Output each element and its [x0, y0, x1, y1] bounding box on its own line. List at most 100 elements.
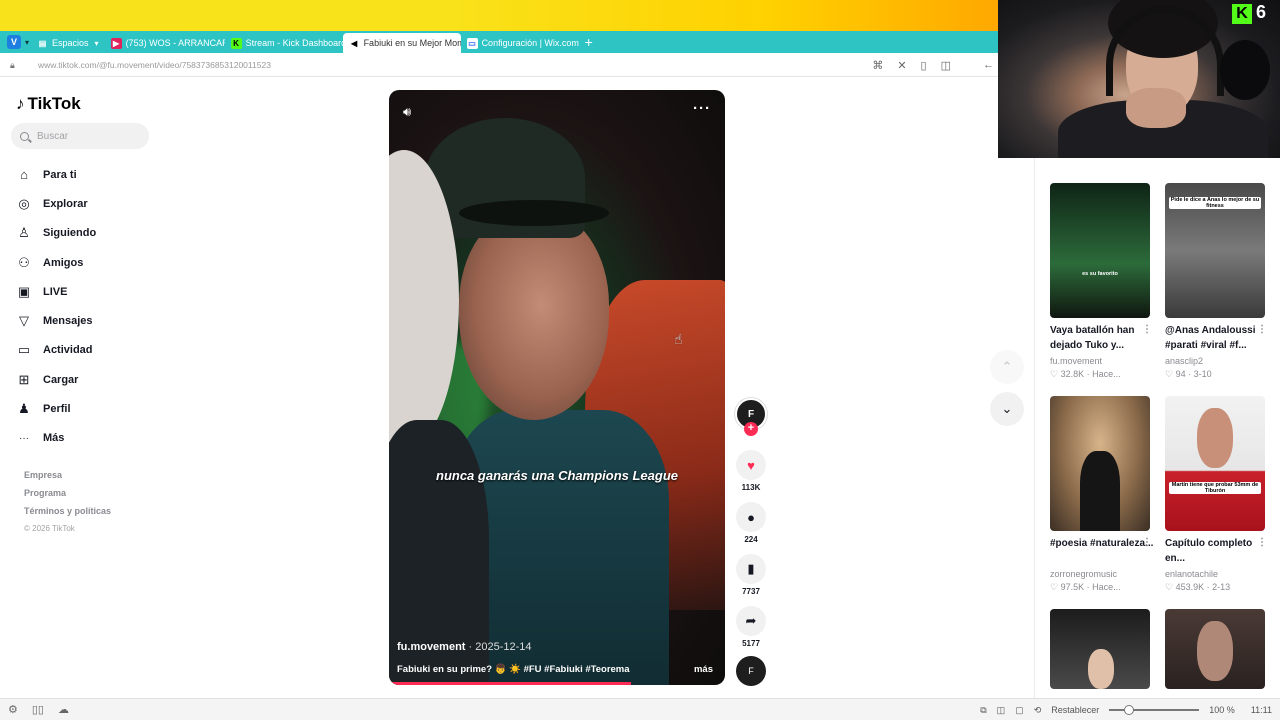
- home-icon: ⌂: [20, 167, 28, 183]
- sidebar-item-para-ti[interactable]: ⌂ Para ti: [16, 160, 96, 189]
- video-author[interactable]: fu.movement · 2025-12-14: [397, 641, 532, 653]
- back-icon[interactable]: ←: [983, 59, 994, 71]
- more-options-icon[interactable]: ⋮: [1142, 537, 1152, 548]
- tab-wix[interactable]: ▭ Configuración | Wix.com: [461, 33, 579, 53]
- sidebar-item-perfil[interactable]: ♟ Perfil: [16, 394, 96, 423]
- next-video-button[interactable]: ⌄: [990, 392, 1024, 426]
- author-name[interactable]: fu.movement: [397, 641, 465, 653]
- music-disc-icon[interactable]: F: [736, 656, 766, 686]
- settings-icon[interactable]: ⚙: [8, 703, 18, 716]
- zoom-level: 100 %: [1209, 705, 1235, 715]
- activity-icon: ▭: [17, 342, 31, 358]
- sidebar-item-label: Mensajes: [43, 315, 93, 328]
- tiling-icon[interactable]: ◫: [997, 705, 1006, 716]
- video-author[interactable]: zorronegromusic: [1050, 569, 1117, 579]
- sidebar-item-explorar[interactable]: ◎ Explorar: [16, 189, 96, 218]
- tiktok-logo[interactable]: ♪ TikTok: [16, 94, 81, 114]
- images-icon[interactable]: ▢: [1015, 705, 1024, 716]
- footer-link-empresa[interactable]: Empresa: [24, 470, 111, 488]
- footer-link-programa[interactable]: Programa: [24, 488, 111, 506]
- previous-video-button[interactable]: ⌃: [990, 350, 1024, 384]
- lock-icon[interactable]: 🔒︎: [10, 60, 20, 70]
- more-description-button[interactable]: más: [694, 664, 713, 675]
- sidebar-item-label: Cargar: [43, 373, 79, 386]
- sidebar-item-siguiendo[interactable]: ♙ Siguiendo: [16, 219, 96, 248]
- video-progress-bar[interactable]: [389, 682, 631, 685]
- video-face: [459, 210, 609, 420]
- sidebar-item-label: LIVE: [43, 285, 68, 298]
- url-field[interactable]: www.tiktok.com/@fu.movement/video/758373…: [38, 60, 271, 70]
- tab-kick-dashboard[interactable]: K Stream - Kick Dashboard: [225, 33, 343, 53]
- search-box[interactable]: [11, 123, 149, 149]
- tab-tiktok[interactable]: ◀ Fabiuki en su Mejor Mome: [342, 33, 461, 53]
- more-options-icon[interactable]: ⋮: [1257, 324, 1267, 335]
- like-count: 32.8K: [1060, 369, 1085, 379]
- search-input[interactable]: [37, 130, 137, 142]
- save-button[interactable]: ▮ 7737: [734, 554, 768, 596]
- video-title[interactable]: @Anas Andaloussi #parati #viral #f...: [1165, 323, 1270, 353]
- workspaces-icon: ▤: [38, 38, 47, 48]
- video-title[interactable]: #poesia #naturaleza...: [1050, 536, 1155, 551]
- zoom-slider-knob[interactable]: [1124, 705, 1135, 715]
- messages-icon: ▽: [19, 313, 29, 329]
- cloud-icon[interactable]: ☁: [58, 703, 69, 716]
- video-thumbnail[interactable]: [1050, 396, 1150, 531]
- new-tab-button[interactable]: +: [585, 34, 593, 50]
- volume-icon[interactable]: 🔊︎: [403, 104, 411, 120]
- video-thumbnail[interactable]: Martín tiene que probar 53mm de Tiburón: [1165, 396, 1265, 531]
- panel-toggle-icon[interactable]: ◫: [941, 59, 951, 72]
- video-player[interactable]: 🔊︎ ··· nunca ganarás una Champions Leagu…: [389, 90, 725, 685]
- sidebar-item-label: Actividad: [43, 344, 93, 357]
- sidebar-item-live[interactable]: ▣ LIVE: [16, 277, 96, 306]
- video-author[interactable]: anasclip2: [1165, 356, 1203, 366]
- like-button[interactable]: ♥ 113K: [734, 450, 768, 492]
- video-stats: ♡ 32.8K · Hace...: [1050, 369, 1121, 379]
- vivaldi-menu-button[interactable]: V: [7, 35, 21, 49]
- comment-count: 224: [744, 535, 758, 544]
- search-icon: [20, 131, 29, 141]
- browser-status-bar: ⚙ ▯▯ ☁ ⧉ ◫ ▢ ⟲ Restablecer 100 % 11:11: [0, 698, 1280, 720]
- sidebar-item-label: Explorar: [43, 197, 88, 210]
- youtube-favicon-icon: ▶: [110, 37, 122, 49]
- webcam-hand: [1126, 88, 1186, 128]
- video-title[interactable]: Capítulo completo en...: [1165, 536, 1270, 566]
- profile-icon: ♟: [18, 401, 30, 417]
- video-thumbnail[interactable]: es su favorito: [1050, 183, 1150, 318]
- comment-button[interactable]: ● 224: [734, 502, 768, 544]
- page-actions-icon[interactable]: ⟲: [1034, 705, 1042, 716]
- thumbnail-person: [1197, 621, 1233, 681]
- share-button[interactable]: ➦ 5177: [734, 606, 768, 648]
- more-options-icon[interactable]: ⋮: [1142, 324, 1152, 335]
- chevron-up-icon: ⌃: [1001, 359, 1013, 374]
- follow-button[interactable]: +: [744, 422, 758, 436]
- video-time: 2-13: [1212, 582, 1231, 592]
- workspaces-button[interactable]: ▤ Espacios ▾: [37, 33, 105, 53]
- tiktok-note-icon: ♪: [16, 94, 25, 113]
- video-author[interactable]: fu.movement: [1050, 356, 1102, 366]
- video-thumbnail[interactable]: [1165, 609, 1265, 689]
- capture-icon[interactable]: ⧉: [980, 705, 986, 716]
- tab-youtube[interactable]: ▶ (753) WOS - ARRANCARMI: [105, 33, 225, 53]
- video-date: 2025-12-14: [475, 641, 532, 653]
- zoom-slider[interactable]: [1109, 705, 1200, 715]
- comment-icon: ●: [736, 502, 766, 532]
- video-author[interactable]: enlanotachile: [1165, 569, 1218, 579]
- video-thumbnail[interactable]: Pide le dice a Anas lo mejor de su fitne…: [1165, 183, 1265, 318]
- sidebar-item-label: Para ti: [43, 168, 77, 181]
- sidebar-item-mas[interactable]: ··· Más: [16, 424, 96, 453]
- more-options-icon[interactable]: ⋮: [1257, 537, 1267, 548]
- video-thumbnail[interactable]: [1050, 609, 1150, 689]
- sidebar-item-amigos[interactable]: ⚇ Amigos: [16, 248, 96, 277]
- chevron-down-icon[interactable]: ▾: [25, 38, 29, 47]
- sidebar-item-actividad[interactable]: ▭ Actividad: [16, 336, 96, 365]
- sidebar-item-cargar[interactable]: ⊞ Cargar: [16, 365, 96, 394]
- zoom-reset-button[interactable]: Restablecer: [1051, 705, 1099, 715]
- footer-link-terminos[interactable]: Términos y políticas: [24, 506, 111, 524]
- panel-icon[interactable]: ▯▯: [32, 703, 44, 716]
- sidebar-item-mensajes[interactable]: ▽ Mensajes: [16, 306, 96, 335]
- block-icon[interactable]: ✕: [897, 59, 906, 72]
- bookmark-icon[interactable]: ▯: [921, 59, 927, 72]
- video-title[interactable]: Vaya batallón han dejado Tuko y...: [1050, 323, 1155, 353]
- reader-mode-icon[interactable]: ⌘: [872, 59, 883, 72]
- video-options-icon[interactable]: ···: [693, 100, 711, 117]
